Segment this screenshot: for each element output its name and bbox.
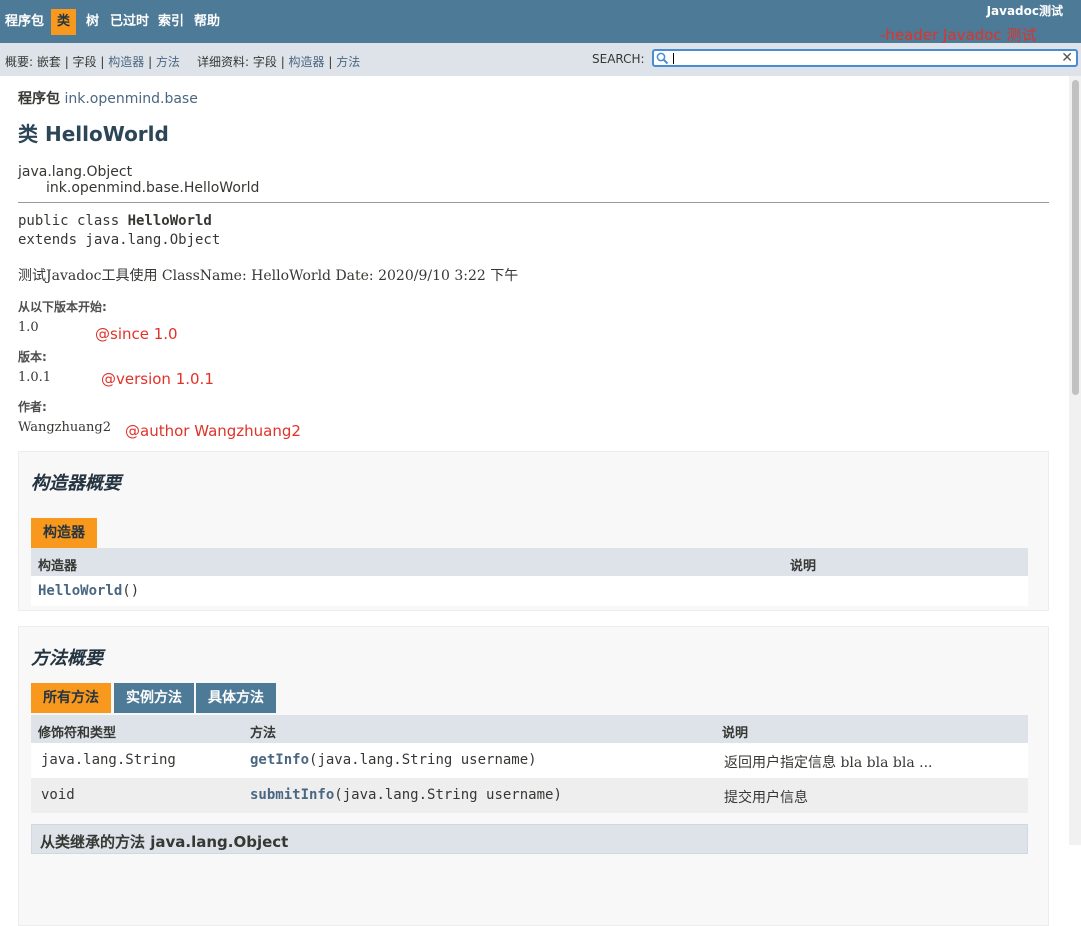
- annotation-version: @version 1.0.1: [101, 370, 214, 388]
- detail-label: 详细资料:: [197, 55, 253, 69]
- text-caret: [673, 53, 674, 64]
- package-line: 程序包 ink.openmind.base: [18, 88, 198, 108]
- summary-method-link[interactable]: 方法: [156, 55, 180, 69]
- tab-concrete-methods[interactable]: 具体方法: [196, 683, 276, 713]
- table-row: java.lang.String getInfo(java.lang.Strin…: [31, 743, 1028, 778]
- nav-tree[interactable]: 树: [86, 9, 99, 35]
- method-params: (java.lang.String username): [309, 752, 537, 768]
- inheritance-root: java.lang.Object: [18, 164, 133, 180]
- summary-field: 字段: [72, 55, 97, 69]
- detail-method-link[interactable]: 方法: [336, 55, 360, 69]
- summary-links: 概要: 嵌套 | 字段 | 构造器 | 方法: [5, 53, 180, 70]
- method-link-getinfo[interactable]: getInfo: [250, 752, 309, 768]
- annotation-since: @since 1.0: [95, 325, 178, 343]
- search-label: SEARCH:: [592, 52, 645, 66]
- header-about: Javadoc测试: [986, 4, 1063, 18]
- col-modifier-type: 修饰符和类型: [38, 726, 117, 741]
- method-params: (java.lang.String username): [334, 787, 562, 803]
- author-value: Wangzhuang2: [18, 420, 111, 435]
- constructor-summary: 构造器概要 构造器 构造器 说明 HelloWorld(): [18, 451, 1049, 611]
- table-row: HelloWorld(): [31, 576, 1028, 606]
- sep: |: [144, 55, 156, 69]
- method-link-submitinfo[interactable]: submitInfo: [250, 787, 334, 803]
- summary-nested: 嵌套: [36, 55, 61, 69]
- class-extends: extends java.lang.Object: [18, 232, 221, 248]
- scrollbar-thumb[interactable]: [1072, 80, 1079, 395]
- method-return-type: void: [41, 787, 75, 803]
- method-summary: 方法概要 所有方法 实例方法 具体方法 修饰符和类型 方法 说明 java.la…: [18, 626, 1049, 926]
- col-method-description: 说明: [722, 726, 749, 741]
- detail-field: 字段: [252, 55, 277, 69]
- inheritance-child: ink.openmind.base.HelloWorld: [46, 180, 260, 196]
- nav-help[interactable]: 帮助: [194, 9, 220, 35]
- table-row: void submitInfo(java.lang.String usernam…: [31, 778, 1028, 813]
- package-label: 程序包: [18, 91, 60, 107]
- col-description: 说明: [790, 559, 817, 574]
- page-title: 类 HelloWorld: [18, 122, 169, 146]
- sep: |: [276, 55, 289, 69]
- divider: [18, 202, 1049, 203]
- class-declaration: public class HelloWorld: [18, 213, 212, 229]
- summary-constructor-link[interactable]: 构造器: [108, 55, 144, 69]
- detail-links: 详细资料: 字段 | 构造器 | 方法: [197, 53, 360, 70]
- method-description: 返回用户指定信息 bla bla bla ...: [724, 755, 933, 771]
- decl-prefix: public class: [18, 213, 128, 229]
- annotation-header: -header Javadoc 测试: [880, 26, 1037, 44]
- constructor-summary-title: 构造器概要: [31, 473, 121, 494]
- nav-package[interactable]: 程序包: [5, 9, 44, 35]
- since-value: 1.0: [18, 320, 39, 335]
- sep: |: [324, 55, 337, 69]
- tab-constructors[interactable]: 构造器: [31, 518, 97, 548]
- inherited-methods-header: 从类继承的方法 java.lang.Object: [31, 824, 1028, 854]
- tab-all-methods[interactable]: 所有方法: [31, 683, 111, 713]
- search-input[interactable]: ✕: [652, 49, 1078, 67]
- summary-label: 概要:: [5, 55, 37, 69]
- col-constructor: 构造器: [38, 559, 78, 574]
- method-description: 提交用户信息: [724, 790, 808, 806]
- version-label: 版本:: [18, 350, 47, 364]
- class-description: 测试Javadoc工具使用 ClassName: HelloWorld Date…: [18, 268, 519, 284]
- tab-instance-methods[interactable]: 实例方法: [114, 683, 194, 713]
- constructor-table-header: 构造器 说明: [31, 548, 1028, 576]
- constructor-link[interactable]: HelloWorld: [38, 583, 122, 599]
- version-value: 1.0.1: [18, 370, 52, 385]
- detail-constructor-link[interactable]: 构造器: [289, 55, 325, 69]
- nav-class[interactable]: 类: [51, 9, 77, 35]
- nav-deprecated[interactable]: 已过时: [110, 9, 149, 35]
- sep: |: [96, 55, 109, 69]
- decl-class-name: HelloWorld: [127, 213, 212, 229]
- constructor-params: (): [122, 583, 140, 599]
- since-label: 从以下版本开始:: [18, 300, 107, 314]
- method-table-header: 修饰符和类型 方法 说明: [31, 715, 1028, 743]
- annotation-author: @author Wangzhuang2: [125, 422, 301, 440]
- method-summary-title: 方法概要: [31, 648, 103, 669]
- package-link[interactable]: ink.openmind.base: [64, 91, 197, 107]
- col-method: 方法: [250, 726, 277, 741]
- method-return-type: java.lang.String: [41, 752, 176, 768]
- author-label: 作者:: [18, 400, 47, 414]
- nav-index[interactable]: 索引: [158, 9, 184, 35]
- search-icon: [656, 52, 669, 65]
- sep: |: [60, 55, 73, 69]
- clear-icon[interactable]: ✕: [1061, 51, 1073, 65]
